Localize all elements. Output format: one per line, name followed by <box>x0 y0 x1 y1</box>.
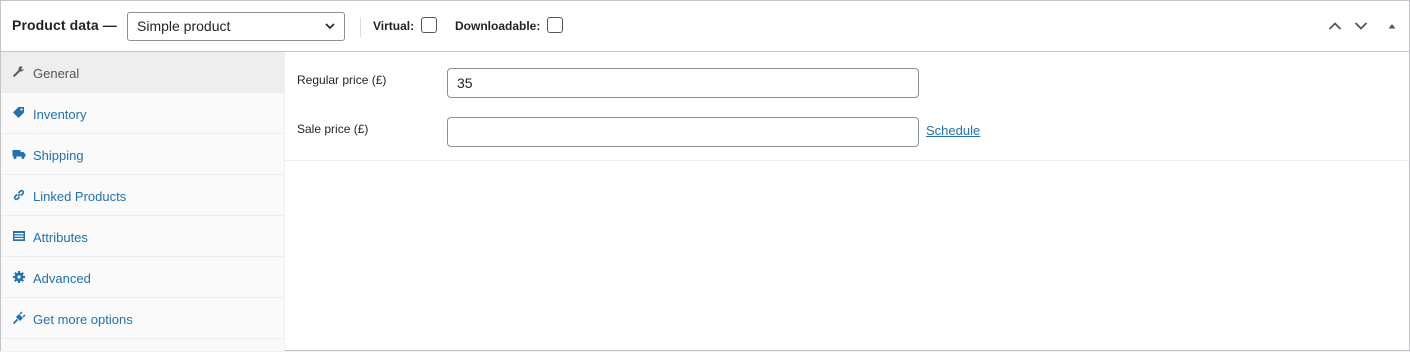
tab-shipping[interactable]: Shipping <box>1 134 284 175</box>
tab-label: Advanced <box>33 271 91 286</box>
tab-label: Attributes <box>33 230 88 245</box>
product-data-tabs: General Inventory Shipping Linked Produc… <box>1 52 285 351</box>
product-type-select[interactable]: Simple product <box>127 12 345 41</box>
regular-price-label: Regular price (£) <box>297 73 387 87</box>
link-icon <box>13 189 25 201</box>
tab-label: Get more options <box>33 312 133 327</box>
tab-get-more-options[interactable]: Get more options <box>1 298 284 339</box>
downloadable-checkbox[interactable] <box>547 17 563 33</box>
tab-label: Inventory <box>33 107 87 122</box>
product-data-panel: Product data — Simple product Virtual: D… <box>0 0 1410 351</box>
product-data-header: Product data — Simple product Virtual: D… <box>1 1 1409 52</box>
tab-label: Linked Products <box>33 189 127 204</box>
tab-general[interactable]: General <box>1 52 284 93</box>
wrench-icon <box>13 66 24 77</box>
schedule-link[interactable]: Schedule <box>926 123 980 138</box>
header-separator <box>360 17 361 37</box>
chevron-down-icon <box>325 23 335 30</box>
sale-price-input[interactable] <box>447 117 919 147</box>
plugin-icon <box>12 311 26 325</box>
collapse-toggle-icon[interactable] <box>1384 18 1400 34</box>
virtual-label: Virtual: <box>373 19 415 33</box>
truck-icon <box>12 150 26 159</box>
tag-icon <box>13 107 24 118</box>
move-down-icon[interactable] <box>1353 18 1369 34</box>
regular-price-input[interactable]: 35 <box>447 68 919 98</box>
list-table-icon <box>13 231 25 241</box>
general-pricing-fields: Regular price (£) 35 Sale price (£) Sche… <box>285 52 1409 161</box>
gear-icon <box>13 271 25 283</box>
virtual-checkbox[interactable] <box>421 17 437 33</box>
tab-attributes[interactable]: Attributes <box>1 216 284 257</box>
sale-price-label: Sale price (£) <box>297 122 369 136</box>
downloadable-label: Downloadable: <box>455 19 541 33</box>
tab-label: General <box>33 66 80 81</box>
tab-advanced[interactable]: Advanced <box>1 257 284 298</box>
tab-label: Shipping <box>33 148 84 163</box>
panel-title: Product data — <box>12 17 117 33</box>
move-up-icon[interactable] <box>1327 18 1343 34</box>
product-type-value: Simple product <box>137 18 231 34</box>
tab-linked-products[interactable]: Linked Products <box>1 175 284 216</box>
tab-inventory[interactable]: Inventory <box>1 93 284 134</box>
